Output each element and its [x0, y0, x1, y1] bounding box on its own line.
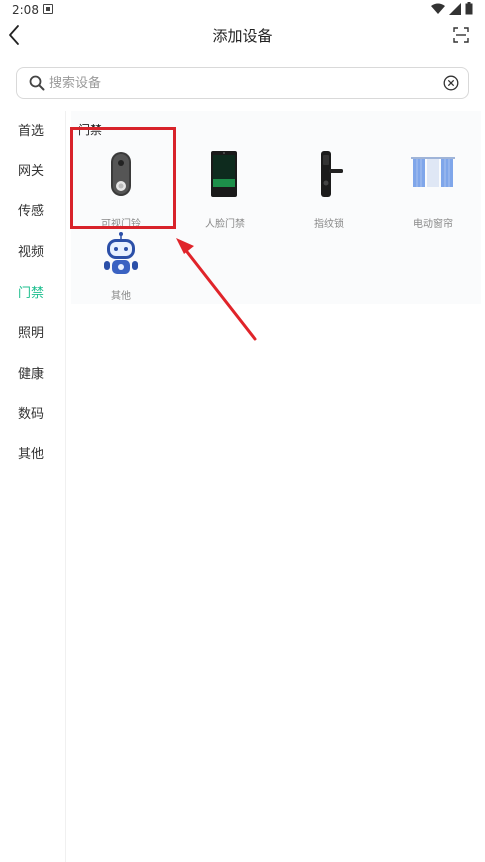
notification-icon [43, 4, 53, 14]
signal-icon [449, 2, 461, 15]
highlight-box [70, 127, 176, 229]
device-label: 指纹锁 [314, 219, 344, 230]
clear-icon[interactable] [443, 75, 459, 91]
wifi-icon [431, 3, 445, 14]
battery-icon [465, 2, 473, 15]
scan-button[interactable] [453, 27, 469, 43]
sidebar-item-video[interactable]: 视频 [0, 233, 64, 273]
device-other[interactable]: 其他 [73, 232, 169, 302]
search-bar[interactable] [16, 67, 469, 99]
search-icon [29, 75, 45, 91]
sidebar-item-sensor[interactable]: 传感 [0, 192, 64, 232]
sidebar-item-digital[interactable]: 数码 [0, 395, 64, 435]
search-input[interactable] [49, 68, 429, 98]
sidebar-item-other[interactable]: 其他 [0, 435, 64, 475]
fingerprint-lock-icon [321, 151, 343, 197]
device-fingerprint-lock[interactable]: 指纹锁 [281, 145, 377, 237]
sidebar-item-health[interactable]: 健康 [0, 355, 64, 395]
sidebar-item-access-control[interactable]: 门禁 [0, 274, 64, 314]
sidebar-item-preferred[interactable]: 首选 [0, 112, 64, 152]
scan-icon [453, 27, 469, 43]
device-curtain[interactable]: 电动窗帘 [385, 145, 481, 237]
device-label: 电动窗帘 [413, 219, 453, 230]
category-sidebar: 首选 网关 传感 视频 门禁 照明 健康 数码 其他 [0, 111, 66, 862]
curtain-icon [411, 157, 455, 187]
page-title: 添加设备 [212, 27, 273, 45]
device-label: 其他 [111, 291, 131, 302]
sidebar-item-lighting[interactable]: 照明 [0, 314, 64, 354]
status-time: 2:08 [12, 3, 39, 17]
face-access-icon [211, 151, 237, 197]
device-label: 人脸门禁 [205, 219, 245, 230]
sidebar-item-gateway[interactable]: 网关 [0, 152, 64, 192]
device-face-access[interactable]: 人脸门禁 [177, 145, 273, 237]
status-bar: 2:08 [0, 0, 485, 20]
header: 添加设备 [0, 20, 485, 50]
robot-icon [104, 232, 138, 274]
status-icons [431, 2, 473, 15]
